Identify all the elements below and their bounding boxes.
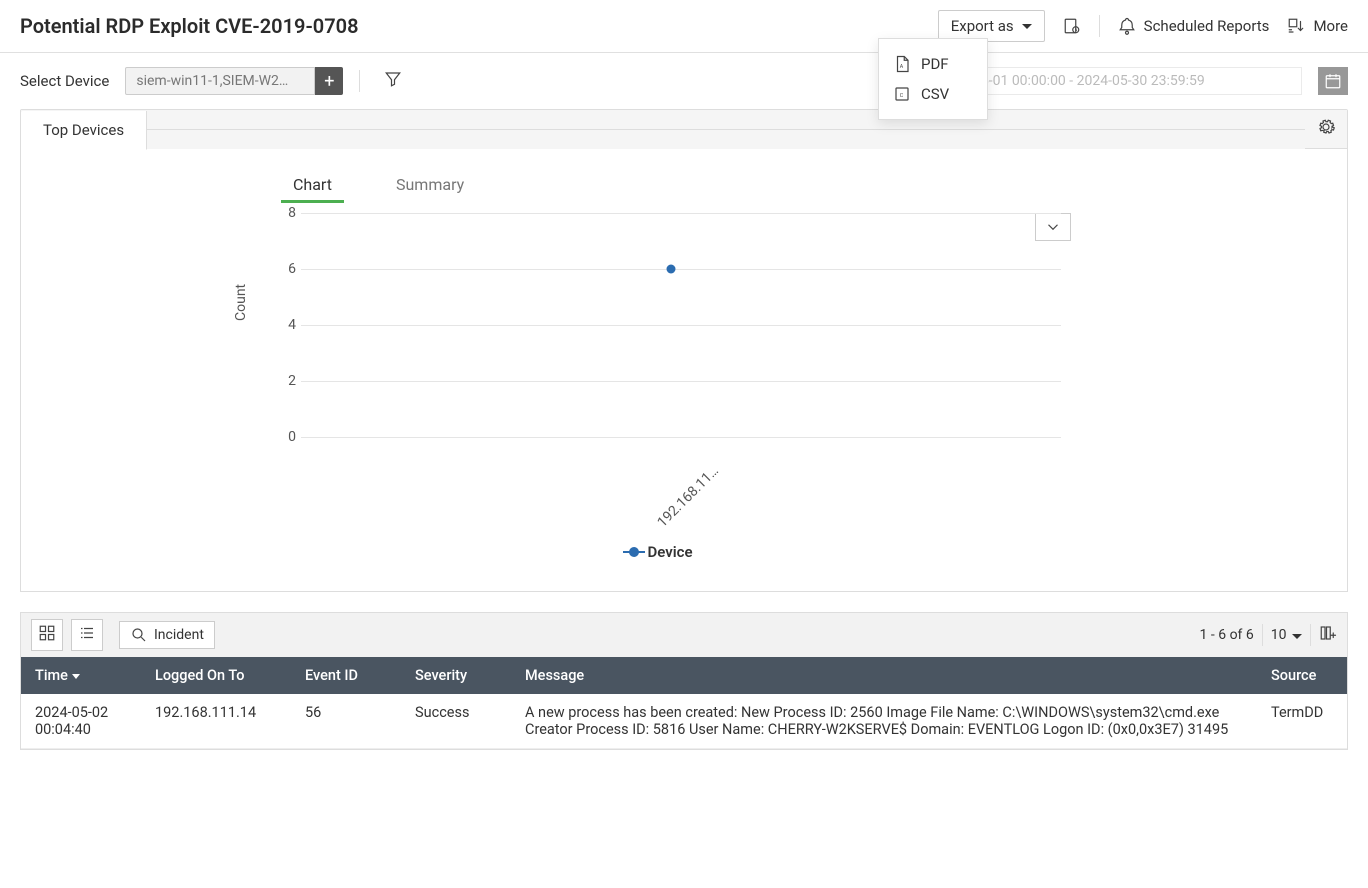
y-tick: 2 bbox=[276, 373, 296, 389]
sort-desc-icon bbox=[72, 674, 80, 679]
page-title: Potential RDP Exploit CVE-2019-0708 bbox=[20, 14, 938, 38]
svg-text:A: A bbox=[900, 64, 904, 70]
svg-text:C: C bbox=[900, 93, 904, 99]
export-as-label: Export as bbox=[951, 17, 1014, 35]
cell-message: A new process has been created: New Proc… bbox=[511, 694, 1257, 749]
chart-sub-tabs: Chart Summary bbox=[281, 169, 1317, 203]
calendar-button[interactable] bbox=[1318, 67, 1348, 95]
export-csv-label: CSV bbox=[921, 85, 949, 103]
y-tick: 6 bbox=[276, 261, 296, 277]
cell-source: TermDD bbox=[1257, 694, 1347, 749]
chart-legend: Device bbox=[281, 543, 1041, 561]
table-row[interactable]: 2024-05-02 00:04:40 192.168.111.14 56 Su… bbox=[21, 694, 1347, 749]
header-actions: Export as Scheduled Reports More bbox=[938, 10, 1348, 42]
col-time[interactable]: Time bbox=[21, 657, 141, 694]
y-axis-label: Count bbox=[233, 284, 249, 321]
export-pdf-item[interactable]: A PDF bbox=[879, 49, 987, 79]
chart-plot: Count 8 6 4 2 0 192.168.11… Device bbox=[281, 213, 1041, 561]
more-button[interactable]: More bbox=[1287, 17, 1348, 35]
col-event-id[interactable]: Event ID bbox=[291, 657, 401, 694]
column-settings-button[interactable] bbox=[1319, 624, 1337, 646]
results-table-section: Incident 1 - 6 of 6 10 Time Logged On To… bbox=[20, 612, 1348, 750]
legend-label: Device bbox=[647, 543, 692, 561]
cell-logged-on: 192.168.111.14 bbox=[141, 694, 291, 749]
y-tick: 0 bbox=[276, 429, 296, 445]
scheduled-reports-button[interactable]: Scheduled Reports bbox=[1118, 17, 1270, 35]
export-dropdown: A PDF C CSV bbox=[878, 38, 988, 120]
filter-bar: Select Device siem-win11-1,SIEM-W2… + P … bbox=[0, 53, 1368, 109]
grid-view-button[interactable] bbox=[31, 619, 63, 651]
scheduled-reports-label: Scheduled Reports bbox=[1144, 17, 1270, 35]
sub-tab-summary[interactable]: Summary bbox=[384, 169, 476, 203]
top-devices-panel: Top Devices Chart Summary Count 8 6 4 bbox=[20, 109, 1348, 592]
y-tick: 8 bbox=[276, 205, 296, 221]
export-csv-item[interactable]: C CSV bbox=[879, 79, 987, 109]
add-device-button[interactable]: + bbox=[315, 67, 343, 95]
pager-text: 1 - 6 of 6 bbox=[1200, 627, 1254, 643]
select-device-label: Select Device bbox=[20, 72, 109, 90]
results-table: Time Logged On To Event ID Severity Mess… bbox=[21, 657, 1347, 749]
incident-button[interactable]: Incident bbox=[119, 621, 215, 649]
page-header: Potential RDP Exploit CVE-2019-0708 Expo… bbox=[0, 0, 1368, 53]
chart-grid: 8 6 4 2 0 192.168.11… bbox=[281, 213, 1041, 453]
x-tick: 192.168.11… bbox=[654, 463, 722, 531]
separator bbox=[1310, 624, 1311, 646]
col-message[interactable]: Message bbox=[511, 657, 1257, 694]
list-view-button[interactable] bbox=[71, 619, 103, 651]
export-pdf-label: PDF bbox=[921, 55, 949, 73]
col-severity[interactable]: Severity bbox=[401, 657, 511, 694]
tab-header: Top Devices bbox=[21, 110, 1347, 149]
cell-severity: Success bbox=[401, 694, 511, 749]
page-size-select[interactable]: 10 bbox=[1271, 627, 1302, 643]
cell-time: 2024-05-02 00:04:40 bbox=[21, 694, 141, 749]
col-source[interactable]: Source bbox=[1257, 657, 1347, 694]
data-point[interactable] bbox=[667, 265, 676, 274]
tab-top-devices[interactable]: Top Devices bbox=[21, 111, 147, 150]
more-label: More bbox=[1313, 17, 1348, 35]
device-select: siem-win11-1,SIEM-W2… + bbox=[125, 67, 343, 95]
caret-down-icon bbox=[1292, 634, 1302, 639]
device-input[interactable]: siem-win11-1,SIEM-W2… bbox=[125, 67, 315, 95]
separator bbox=[1099, 15, 1100, 37]
cell-event-id: 56 bbox=[291, 694, 401, 749]
caret-down-icon bbox=[1022, 24, 1032, 29]
chart-area: Chart Summary Count 8 6 4 2 0 192.168.11… bbox=[21, 149, 1347, 591]
sub-tab-chart[interactable]: Chart bbox=[281, 169, 344, 203]
date-range-input[interactable]: 05-01 00:00:00 - 2024-05-30 23:59:59 bbox=[962, 67, 1302, 95]
legend-marker-icon bbox=[629, 547, 639, 557]
preview-icon[interactable] bbox=[1063, 17, 1081, 35]
separator bbox=[1262, 624, 1263, 646]
filter-button[interactable] bbox=[384, 70, 402, 92]
panel-settings-button[interactable] bbox=[1305, 110, 1347, 149]
table-toolbar: Incident 1 - 6 of 6 10 bbox=[21, 613, 1347, 657]
table-header-row: Time Logged On To Event ID Severity Mess… bbox=[21, 657, 1347, 694]
col-logged-on[interactable]: Logged On To bbox=[141, 657, 291, 694]
separator bbox=[359, 70, 360, 92]
y-tick: 4 bbox=[276, 317, 296, 333]
